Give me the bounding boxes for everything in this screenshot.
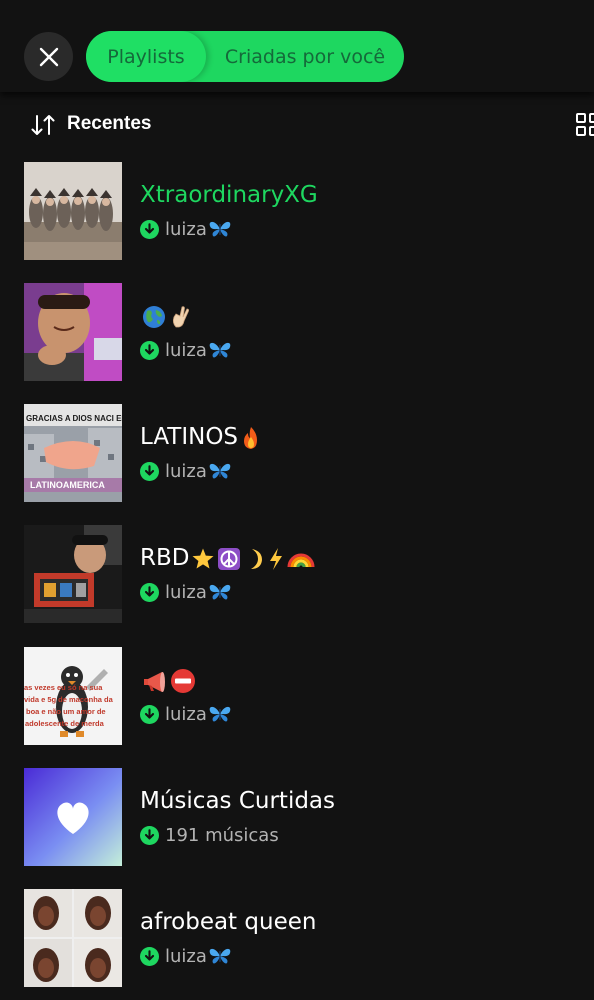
sort-label[interactable]: Recentes [67,113,152,135]
cover-caption-line-3: boa e não um amor de [26,707,106,716]
downloaded-icon [140,704,159,724]
playlist-title [140,667,196,694]
playlist-cover [24,768,122,866]
playlist-subtitle: luiza [140,703,232,725]
butterfly-icon [209,948,231,964]
playlist-subtitle: luiza [140,581,232,603]
playlist-title: afrobeat queen [140,909,316,935]
chip-playlists[interactable]: Playlists [86,31,206,82]
playlist-owner: luiza [165,703,207,725]
cover-caption-line-1: as vezes eu só na sua [24,683,103,692]
list-item[interactable]: XtraordinaryXG luiza [0,162,594,260]
sort-icon[interactable] [31,114,57,136]
filter-bar: Playlists Criadas por você [0,0,594,92]
playlist-subtitle: luiza [140,218,232,240]
track-count: 191 músicas [165,824,279,846]
list-item[interactable]: Músicas Curtidas 191 músicas [0,768,594,866]
fire-icon [244,426,258,449]
playlist-owner: luiza [165,460,207,482]
cover-caption-bottom: LATINOAMERICA [30,480,105,490]
list-item[interactable]: GRACIAS A DIOS NACI EN: LATINOAMERICA LA… [0,404,594,502]
playlist-title: RBD [140,545,315,571]
cover-caption-top: GRACIAS A DIOS NACI EN: [26,414,122,423]
playlist-subtitle: luiza [140,339,232,361]
globe-icon [143,305,165,328]
playlist-cover [24,162,122,260]
rainbow-icon [287,553,315,567]
playlist-owner: luiza [165,339,207,361]
downloaded-icon [140,461,159,481]
library-screen: Playlists Criadas por você Recentes Xtra… [0,0,594,1000]
playlist-title-text: afrobeat queen [140,909,317,935]
downloaded-icon [140,825,159,845]
grid-view-icon[interactable] [576,113,594,137]
butterfly-icon [209,463,231,479]
megaphone-icon [144,671,165,692]
list-item[interactable]: RBD luiza [0,525,594,623]
close-icon [39,47,58,66]
playlist-subtitle: 191 músicas [140,824,279,846]
clear-filter-button[interactable] [24,32,73,81]
no-entry-icon [171,668,195,693]
playlist-title-text: XtraordinaryXG [140,182,318,208]
butterfly-icon [209,706,231,722]
list-item[interactable]: luiza [0,283,594,381]
playlist-title: LATINOS [140,424,262,450]
playlist-owner: luiza [165,945,207,967]
butterfly-icon [209,221,231,237]
downloaded-icon [140,582,159,602]
lightning-icon [270,547,283,570]
butterfly-icon [209,584,231,600]
cover-caption-line-4: adolescente de merda [25,719,104,728]
playlist-cover [24,283,122,381]
playlist-cover [24,525,122,623]
sort-row: Recentes [0,104,594,146]
playlist-title [140,303,192,329]
cover-caption-line-2: vida e 5g de maconha da [24,695,113,704]
playlist-cover: GRACIAS A DIOS NACI EN: LATINOAMERICA [24,404,122,502]
downloaded-icon [140,340,159,360]
peace-icon [218,547,241,570]
playlist-owner: luiza [165,581,207,603]
playlist-title-text: LATINOS [140,424,239,450]
list-item[interactable]: as vezes eu só na sua vida e 5g de macon… [0,647,594,745]
star-icon [192,548,214,568]
playlist-title-text: RBD [140,545,190,571]
playlist-cover [24,889,122,987]
butterfly-icon [209,342,231,358]
playlist-cover: as vezes eu só na sua vida e 5g de macon… [24,647,122,745]
playlist-subtitle: luiza [140,945,232,967]
downloaded-icon [140,219,159,239]
list-item[interactable]: afrobeat queen luiza [0,889,594,987]
playlist-title: Músicas Curtidas [140,788,335,814]
playlist-title: XtraordinaryXG [140,182,318,208]
crossed-fingers-icon [172,305,189,327]
playlist-title-text: Músicas Curtidas [140,788,336,814]
filter-chip-group: Playlists Criadas por você [86,31,404,82]
chip-created-by-you[interactable]: Criadas por você [206,31,404,82]
playlist-owner: luiza [165,218,207,240]
moon-icon [251,548,263,569]
downloaded-icon [140,946,159,966]
playlist-subtitle: luiza [140,460,232,482]
